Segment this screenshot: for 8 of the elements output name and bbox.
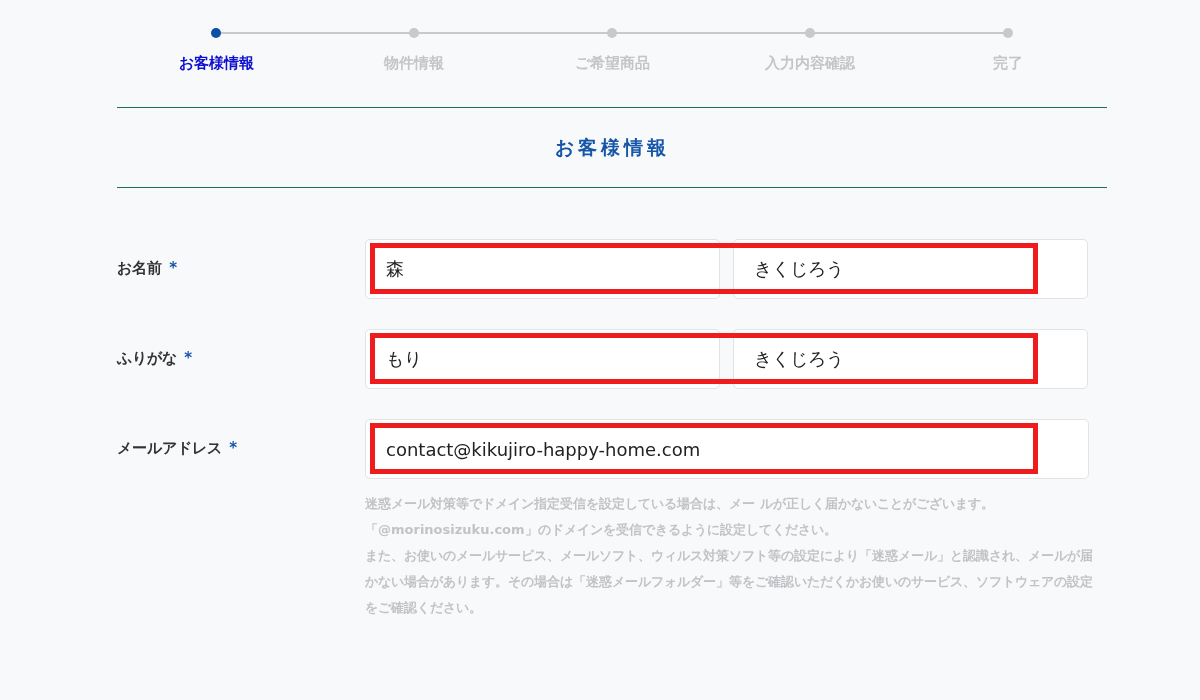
required-mark: *	[169, 259, 178, 277]
field-label: メールアドレス	[117, 439, 222, 457]
field-label: ふりがな	[117, 349, 177, 367]
field-label: お名前	[117, 259, 162, 277]
step-label: お客様情報	[178, 54, 254, 73]
required-mark: *	[229, 439, 238, 457]
section-title: お客様情報	[554, 134, 670, 160]
required-mark: *	[184, 349, 193, 367]
